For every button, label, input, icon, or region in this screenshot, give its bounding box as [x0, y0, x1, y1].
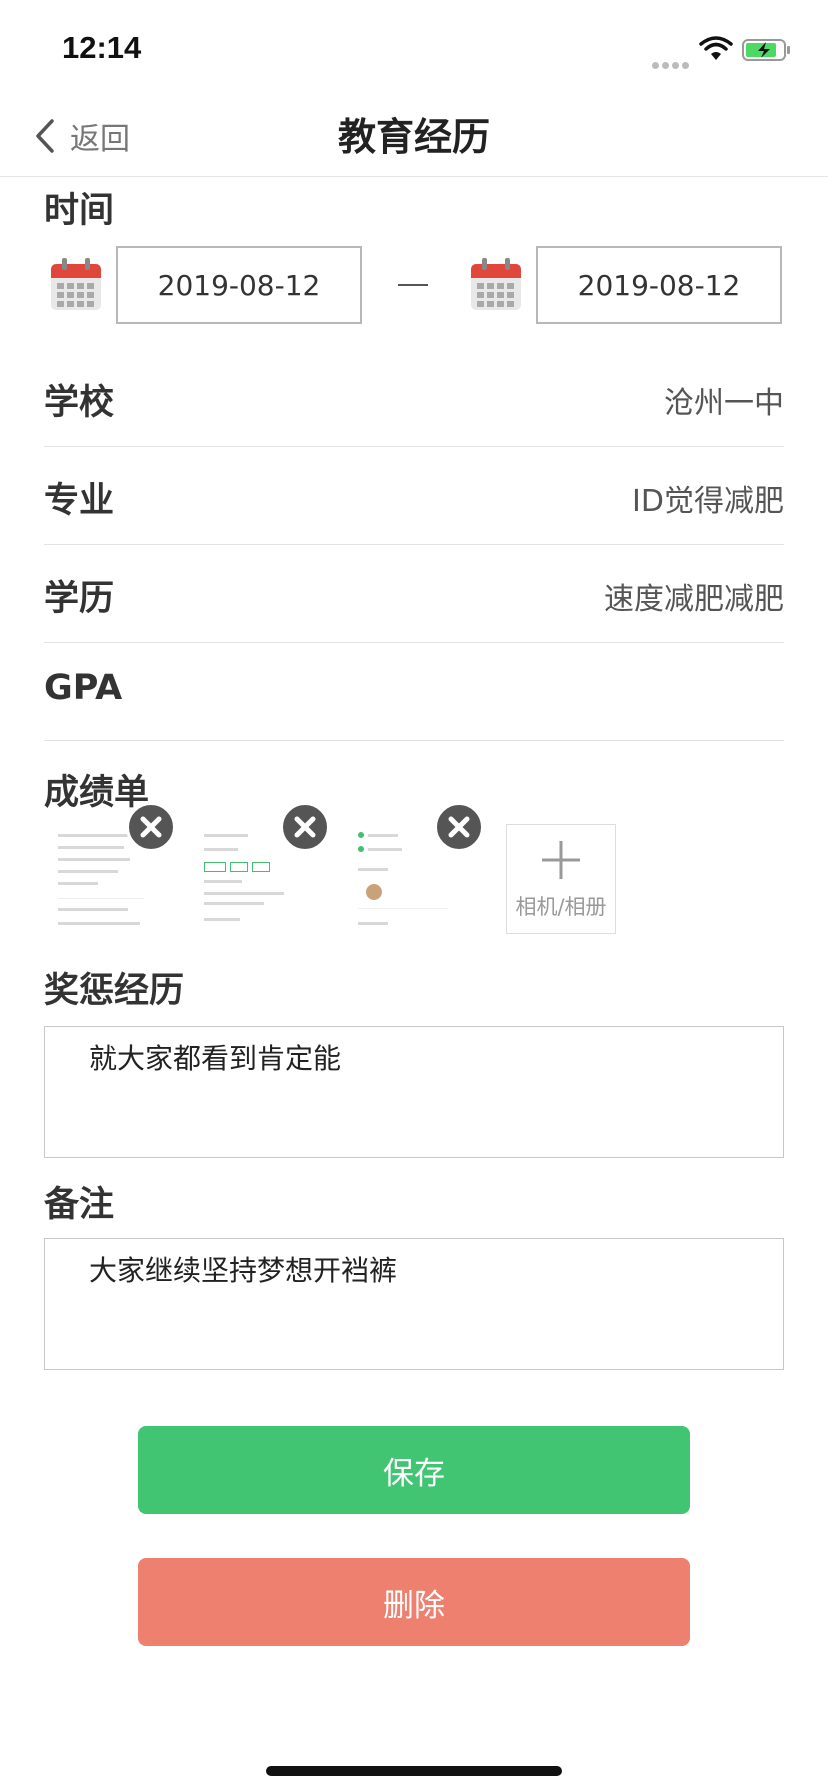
status-time: 12:14	[62, 30, 142, 65]
end-date-field[interactable]: 2019-08-12	[536, 246, 782, 324]
degree-label: 学历	[44, 579, 115, 619]
remove-icon	[448, 816, 470, 838]
date-range-separator	[398, 284, 428, 286]
save-button[interactable]: 保存	[138, 1426, 690, 1514]
start-date-field[interactable]: 2019-08-12	[116, 246, 362, 324]
major-value: ID觉得减肥	[632, 484, 784, 519]
delete-button[interactable]: 删除	[138, 1558, 690, 1646]
wifi-icon	[699, 36, 733, 60]
school-row[interactable]: 学校 沧州一中	[44, 348, 784, 447]
notes-textarea[interactable]: 大家继续坚持梦想开裆裤	[44, 1238, 784, 1370]
remove-photo-button[interactable]	[280, 802, 330, 852]
remove-icon	[140, 816, 162, 838]
cellular-signal-icon	[652, 54, 692, 73]
home-indicator	[266, 1766, 562, 1776]
degree-value: 速度减肥减肥	[604, 582, 784, 617]
school-label: 学校	[44, 383, 115, 423]
major-row[interactable]: 专业 ID觉得减肥	[44, 446, 784, 545]
remove-photo-button[interactable]	[126, 802, 176, 852]
calendar-icon[interactable]	[470, 256, 522, 312]
status-bar: 12:14	[0, 0, 828, 96]
add-photo-button[interactable]: 相机/相册	[506, 824, 616, 934]
gpa-row[interactable]: GPA	[44, 642, 784, 741]
page-title: 教育经历	[337, 115, 490, 159]
gpa-label: GPA	[44, 668, 123, 708]
navigation-bar: 返回 教育经历	[0, 96, 828, 177]
awards-textarea[interactable]: 就大家都看到肯定能	[44, 1026, 784, 1158]
awards-label: 奖惩经历	[44, 971, 185, 1011]
calendar-icon[interactable]	[50, 256, 102, 312]
degree-row[interactable]: 学历 速度减肥减肥	[44, 544, 784, 643]
time-label: 时间	[44, 191, 115, 231]
battery-icon	[742, 39, 790, 61]
remove-photo-button[interactable]	[434, 802, 484, 852]
major-label: 专业	[44, 481, 115, 521]
school-value: 沧州一中	[664, 386, 784, 421]
plus-icon	[542, 841, 580, 879]
add-photo-label: 相机/相册	[515, 895, 607, 919]
notes-label: 备注	[44, 1185, 115, 1225]
remove-icon	[294, 816, 316, 838]
